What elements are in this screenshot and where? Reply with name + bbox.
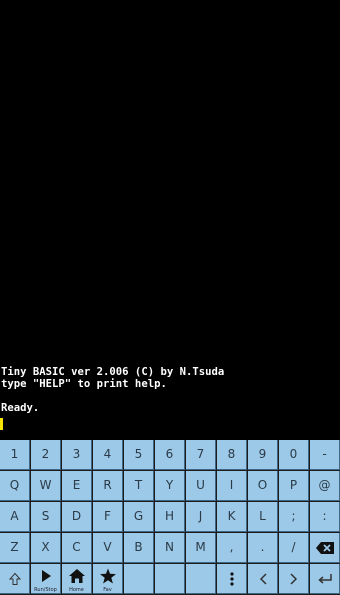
blank-key[interactable] [186, 564, 216, 594]
key-e[interactable]: E [62, 471, 92, 501]
menu-key[interactable] [217, 564, 247, 594]
text-cursor [0, 418, 3, 430]
key-semicolon[interactable]: ; [279, 502, 309, 532]
key-g[interactable]: G [124, 502, 154, 532]
terminal-line: type "HELP" to print help. [1, 378, 167, 390]
key-s[interactable]: S [31, 502, 61, 532]
key-slash[interactable]: / [279, 533, 309, 563]
terminal-line: Tiny BASIC ver 2.006 (C) by N.Tsuda [1, 366, 225, 378]
enter-key[interactable] [310, 564, 340, 594]
cursor-left-key[interactable] [248, 564, 278, 594]
key-t[interactable]: T [124, 471, 154, 501]
key-k[interactable]: K [217, 502, 247, 532]
key-m[interactable]: M [186, 533, 216, 563]
key-colon[interactable]: : [310, 502, 340, 532]
backspace-key[interactable] [310, 533, 340, 563]
keyboard-row-bottom: Z X C V B N M , . / [0, 533, 340, 563]
key-f[interactable]: F [93, 502, 123, 532]
key-v[interactable]: V [93, 533, 123, 563]
key-2[interactable]: 2 [31, 440, 61, 470]
key-minus[interactable]: - [310, 440, 340, 470]
run-stop-key[interactable]: Run/Stop [31, 564, 61, 594]
key-3[interactable]: 3 [62, 440, 92, 470]
keyboard-row-home: A S D F G H J K L ; : [0, 502, 340, 532]
key-o[interactable]: O [248, 471, 278, 501]
key-u[interactable]: U [186, 471, 216, 501]
shift-key[interactable] [0, 564, 30, 594]
blank-key[interactable] [155, 564, 185, 594]
key-h[interactable]: H [155, 502, 185, 532]
terminal-line: Ready. [1, 402, 40, 414]
key-i[interactable]: I [217, 471, 247, 501]
key-period[interactable]: . [248, 533, 278, 563]
on-screen-keyboard: 1 2 3 4 5 6 7 8 9 0 - Q W E R T Y U I O … [0, 440, 340, 595]
key-1[interactable]: 1 [0, 440, 30, 470]
cursor-right-key[interactable] [279, 564, 309, 594]
key-w[interactable]: W [31, 471, 61, 501]
key-j[interactable]: J [186, 502, 216, 532]
key-y[interactable]: Y [155, 471, 185, 501]
fav-label: Fav [103, 587, 112, 593]
key-x[interactable]: X [31, 533, 61, 563]
key-5[interactable]: 5 [124, 440, 154, 470]
key-d[interactable]: D [62, 502, 92, 532]
key-z[interactable]: Z [0, 533, 30, 563]
terminal-output: Tiny BASIC ver 2.006 (C) by N.Tsuda type… [1, 366, 337, 414]
key-0[interactable]: 0 [279, 440, 309, 470]
favorite-key[interactable]: Fav [93, 564, 123, 594]
key-a[interactable]: A [0, 502, 30, 532]
home-label: Home [69, 587, 84, 593]
key-l[interactable]: L [248, 502, 278, 532]
key-9[interactable]: 9 [248, 440, 278, 470]
key-b[interactable]: B [124, 533, 154, 563]
key-8[interactable]: 8 [217, 440, 247, 470]
key-c[interactable]: C [62, 533, 92, 563]
key-comma[interactable]: , [217, 533, 247, 563]
key-at[interactable]: @ [310, 471, 340, 501]
keyboard-row-qwerty: Q W E R T Y U I O P @ [0, 471, 340, 501]
home-key[interactable]: Home [62, 564, 92, 594]
key-q[interactable]: Q [0, 471, 30, 501]
key-p[interactable]: P [279, 471, 309, 501]
keyboard-row-numbers: 1 2 3 4 5 6 7 8 9 0 - [0, 440, 340, 470]
key-6[interactable]: 6 [155, 440, 185, 470]
key-4[interactable]: 4 [93, 440, 123, 470]
terminal-screen[interactable]: Tiny BASIC ver 2.006 (C) by N.Tsuda type… [0, 0, 340, 440]
run-stop-label: Run/Stop [34, 587, 57, 593]
key-r[interactable]: R [93, 471, 123, 501]
blank-key[interactable] [124, 564, 154, 594]
key-n[interactable]: N [155, 533, 185, 563]
keyboard-row-controls: Run/Stop Home Fav [0, 564, 340, 594]
key-7[interactable]: 7 [186, 440, 216, 470]
